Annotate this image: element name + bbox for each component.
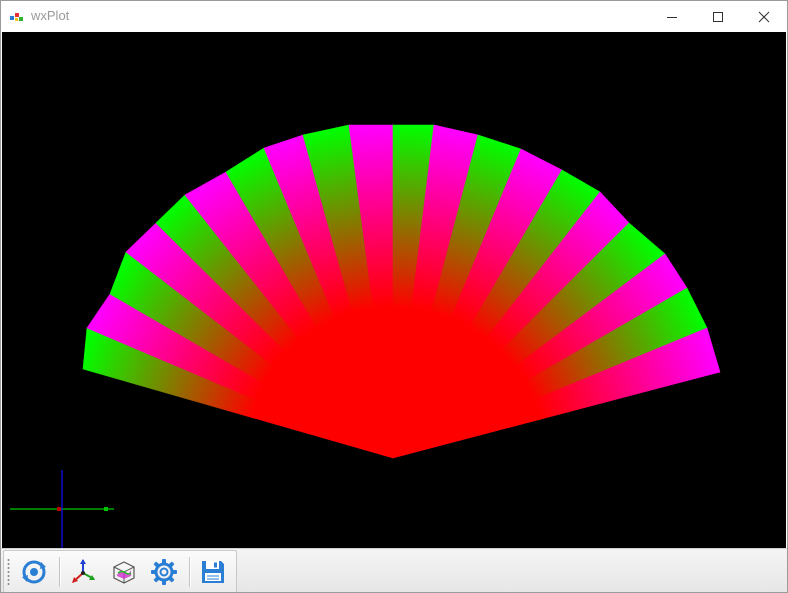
- axes-icon: [72, 559, 95, 583]
- app-icon: [10, 13, 23, 21]
- settings-button[interactable]: [147, 555, 181, 589]
- plot-canvas[interactable]: [2, 32, 786, 548]
- close-button[interactable]: [741, 1, 787, 32]
- bounding-box-button[interactable]: [107, 555, 141, 589]
- minimize-icon: [667, 16, 677, 18]
- close-icon: [758, 11, 770, 22]
- toolbar-separator: [189, 557, 191, 587]
- title-bar[interactable]: wxPlot: [1, 1, 787, 32]
- box-icon: [113, 561, 135, 584]
- rotate-icon: [22, 560, 46, 584]
- toolbar-area: [1, 548, 787, 592]
- maximize-button[interactable]: [695, 1, 741, 32]
- floppy-disk-icon: [202, 561, 224, 583]
- gear-icon: [151, 559, 177, 585]
- maximize-icon: [713, 11, 723, 22]
- window-title: wxPlot: [31, 8, 70, 23]
- axes-button[interactable]: [66, 555, 100, 589]
- rotate-view-button[interactable]: [17, 555, 51, 589]
- toolbar: [3, 550, 237, 592]
- fan-surface: [82, 124, 721, 459]
- main-window: wxPlot: [0, 0, 788, 593]
- minimize-button[interactable]: [649, 1, 695, 32]
- save-button[interactable]: [196, 555, 230, 589]
- toolbar-separator: [59, 557, 61, 587]
- toolbar-grip[interactable]: [7, 558, 10, 586]
